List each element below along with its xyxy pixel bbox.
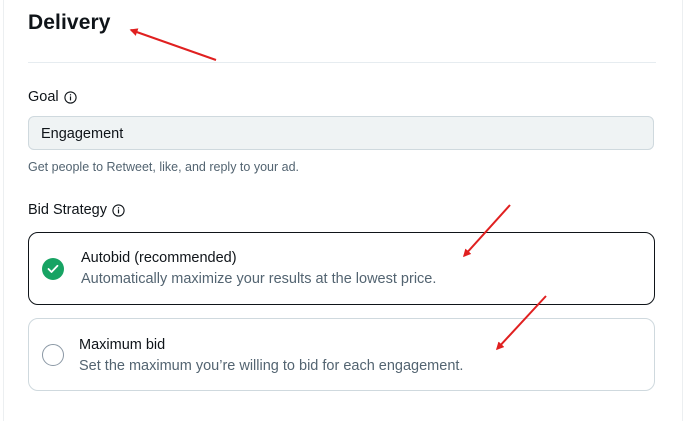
goal-help-text: Get people to Retweet, like, and reply t… — [28, 160, 299, 174]
bid-option-maximum-bid[interactable]: Maximum bid Set the maximum you’re willi… — [28, 318, 655, 391]
info-circle-icon[interactable] — [112, 203, 125, 217]
section-title: Delivery — [28, 11, 111, 34]
section-divider — [28, 62, 656, 63]
radio-unselected[interactable] — [42, 344, 64, 366]
radio-selected[interactable] — [42, 258, 64, 280]
panel-right-border — [682, 0, 683, 421]
checkmark-icon — [47, 264, 59, 273]
bid-strategy-label-row: Bid Strategy — [28, 202, 125, 218]
annotation-arrow — [129, 28, 217, 61]
option-description: Set the maximum you’re willing to bid fo… — [79, 358, 464, 374]
goal-select-field[interactable]: Engagement — [28, 116, 654, 150]
panel-left-border — [3, 0, 4, 421]
bid-strategy-label: Bid Strategy — [28, 202, 107, 218]
goal-label: Goal — [28, 89, 59, 105]
info-circle-icon[interactable] — [63, 90, 77, 104]
bid-option-autobid[interactable]: Autobid (recommended) Automatically maxi… — [28, 232, 655, 305]
option-title: Autobid (recommended) — [81, 250, 237, 266]
option-description: Automatically maximize your results at t… — [81, 271, 437, 287]
goal-label-row: Goal — [28, 89, 77, 105]
delivery-panel: Delivery Goal Engagement Get people to R… — [0, 0, 688, 421]
option-title: Maximum bid — [79, 337, 166, 353]
